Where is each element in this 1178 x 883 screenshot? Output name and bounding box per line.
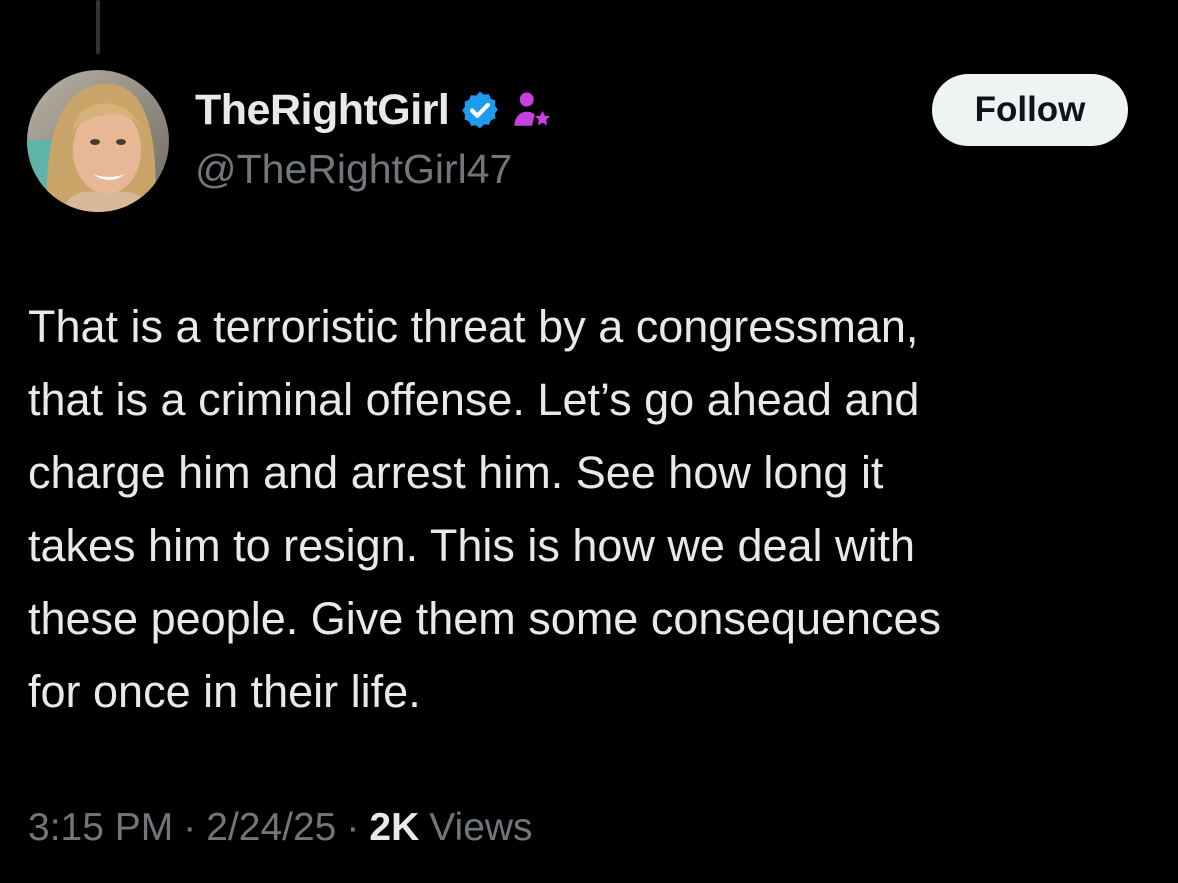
affiliate-person-star-icon[interactable] (511, 89, 553, 131)
avatar-image (27, 70, 169, 212)
tweet-date[interactable]: 2/24/25 (206, 806, 336, 850)
verified-badge-icon (459, 89, 501, 131)
views-label: Views (429, 806, 533, 849)
meta-separator: · (183, 806, 197, 849)
author-name-row: TheRightGirl (195, 84, 553, 136)
tweet-text: That is a terroristic threat by a congre… (28, 301, 942, 717)
thread-connector-line (96, 0, 100, 54)
follow-button[interactable]: Follow (932, 74, 1128, 146)
meta-separator: · (346, 806, 360, 849)
tweet-metadata: 3:15 PM · 2/24/25 · 2K Views (28, 806, 533, 850)
author-handle[interactable]: @TheRightGirl47 (195, 146, 512, 193)
author-display-name[interactable]: TheRightGirl (195, 86, 450, 135)
views-count[interactable]: 2K (369, 806, 419, 850)
avatar[interactable] (27, 70, 169, 212)
tweet-time[interactable]: 3:15 PM (28, 806, 173, 850)
